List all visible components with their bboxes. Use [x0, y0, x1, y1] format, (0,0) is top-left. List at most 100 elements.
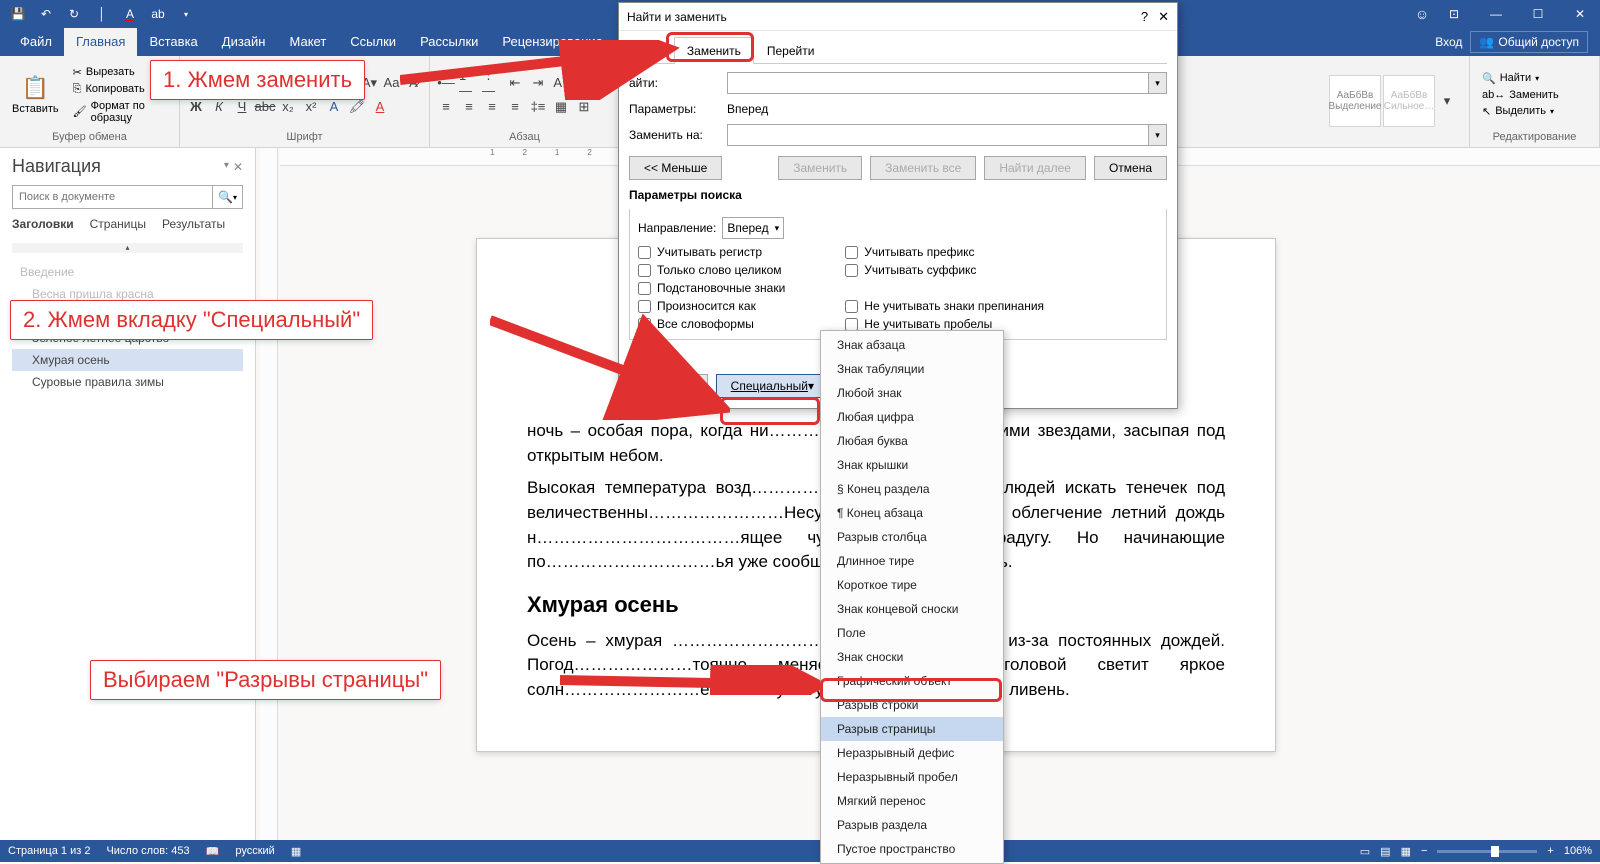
nav-item[interactable]: Хмурая осень: [12, 349, 243, 371]
align-right-icon[interactable]: ≡: [482, 97, 502, 117]
nav-search-input[interactable]: [13, 186, 212, 208]
cm-item[interactable]: Мягкий перенос: [821, 789, 1003, 813]
styles-more-icon[interactable]: ▾: [1437, 91, 1457, 111]
chk-suffix[interactable]: Учитывать суффикс: [845, 263, 1044, 277]
status-proofing-icon[interactable]: 📖: [206, 845, 220, 858]
nav-search-button[interactable]: 🔍▾: [212, 186, 242, 208]
decrease-indent-icon[interactable]: ⇤: [505, 73, 525, 93]
replace-button[interactable]: ab↔Заменить: [1476, 88, 1565, 102]
nav-dropdown-icon[interactable]: ▾: [224, 160, 229, 174]
chk-sounds-like[interactable]: Произносится как: [638, 299, 785, 313]
align-left-icon[interactable]: ≡: [436, 97, 456, 117]
chk-whole-word[interactable]: Только слово целиком: [638, 263, 785, 277]
clear-formatting-icon[interactable]: A̷: [404, 73, 423, 93]
view-read-icon[interactable]: ▭: [1360, 845, 1370, 858]
nav-tab-results[interactable]: Результаты: [162, 217, 225, 231]
cm-item[interactable]: Неразрывный пробел: [821, 765, 1003, 789]
sort-icon[interactable]: A↓: [551, 73, 571, 93]
references-tab[interactable]: Ссылки: [338, 28, 408, 56]
numbering-icon[interactable]: 1—: [459, 73, 479, 93]
cm-item[interactable]: Графический объект: [821, 669, 1003, 693]
nav-collapse-icon[interactable]: ▴: [12, 243, 243, 253]
multilevel-icon[interactable]: ⋮—: [482, 73, 502, 93]
zoom-slider[interactable]: [1437, 850, 1537, 853]
cm-item[interactable]: § Конец раздела: [821, 477, 1003, 501]
review-tab[interactable]: Рецензирование: [490, 28, 614, 56]
nav-item[interactable]: Введение: [12, 261, 243, 283]
home-tab[interactable]: Главная: [64, 28, 137, 56]
chk-wildcards[interactable]: Подстановочные знаки: [638, 281, 785, 295]
font-color-a-icon[interactable]: A: [120, 4, 140, 24]
cm-item[interactable]: Знак концевой сноски: [821, 597, 1003, 621]
cm-item[interactable]: Разрыв раздела: [821, 813, 1003, 837]
status-page[interactable]: Страница 1 из 2: [8, 845, 90, 857]
smiley-icon[interactable]: ☺: [1412, 4, 1432, 24]
redo-icon[interactable]: ↻: [64, 4, 84, 24]
align-center-icon[interactable]: ≡: [459, 97, 479, 117]
find-next-button[interactable]: Найти далее: [984, 156, 1086, 180]
zoom-in-icon[interactable]: +: [1547, 845, 1553, 857]
direction-select[interactable]: Вперед▾: [722, 217, 784, 239]
replace-one-button[interactable]: Заменить: [778, 156, 862, 180]
replace-dropdown-icon[interactable]: ▾: [1148, 125, 1166, 145]
find-dropdown-icon[interactable]: ▾: [1148, 73, 1166, 93]
maximize-icon[interactable]: ☐: [1518, 0, 1558, 28]
highlight-ab-icon[interactable]: ab: [148, 4, 168, 24]
ribbon-options-icon[interactable]: ⊡: [1434, 0, 1474, 28]
zoom-level[interactable]: 106%: [1564, 845, 1592, 857]
cm-item[interactable]: ¶ Конец абзаца: [821, 501, 1003, 525]
find-input[interactable]: [728, 73, 1148, 93]
format-button[interactable]: Формат ▾: [629, 374, 708, 398]
chk-word-forms[interactable]: Все словоформы: [638, 317, 785, 331]
dialog-tab-goto[interactable]: Перейти: [754, 37, 828, 64]
chk-prefix[interactable]: Учитывать префикс: [845, 245, 1044, 259]
special-button[interactable]: Специальный ▾: [716, 374, 829, 398]
cm-item[interactable]: Любая цифра: [821, 405, 1003, 429]
minimize-icon[interactable]: —: [1476, 0, 1516, 28]
status-lang[interactable]: русский: [235, 845, 274, 857]
layout-tab[interactable]: Макет: [277, 28, 338, 56]
increase-indent-icon[interactable]: ⇥: [528, 73, 548, 93]
share-button[interactable]: 👥 Общий доступ: [1470, 31, 1588, 53]
chk-spaces[interactable]: Не учитывать пробелы: [845, 317, 1044, 331]
less-button[interactable]: << Меньше: [629, 156, 722, 180]
dialog-help-icon[interactable]: ?: [1141, 9, 1148, 25]
cm-item[interactable]: Разрыв столбца: [821, 525, 1003, 549]
style-box-2[interactable]: АаБбВвСильное…: [1383, 75, 1435, 127]
status-words[interactable]: Число слов: 453: [106, 845, 189, 857]
change-case-icon[interactable]: Aa: [382, 73, 401, 93]
cm-item[interactable]: Поле: [821, 621, 1003, 645]
mailings-tab[interactable]: Рассылки: [408, 28, 490, 56]
show-marks-icon[interactable]: ¶: [574, 73, 594, 93]
zoom-out-icon[interactable]: −: [1421, 845, 1427, 857]
replace-all-button[interactable]: Заменить все: [870, 156, 976, 180]
cm-item[interactable]: Разрыв строки: [821, 693, 1003, 717]
qat-dropdown-icon[interactable]: ▾: [176, 4, 196, 24]
close-icon[interactable]: ✕: [1560, 0, 1600, 28]
save-icon[interactable]: 💾: [8, 4, 28, 24]
format-painter-button[interactable]: 🖌Формат по образцу: [69, 99, 173, 125]
dialog-close-icon[interactable]: ✕: [1158, 9, 1169, 25]
dialog-titlebar[interactable]: Найти и заменить ? ✕: [619, 3, 1177, 31]
login-link[interactable]: Вход: [1435, 35, 1462, 49]
replace-combo[interactable]: ▾: [727, 124, 1167, 146]
undo-icon[interactable]: ↶: [36, 4, 56, 24]
find-button[interactable]: 🔍Найти▾: [1476, 71, 1565, 86]
insert-tab[interactable]: Вставка: [137, 28, 209, 56]
cm-item[interactable]: Пустое пространство: [821, 837, 1003, 861]
cm-item[interactable]: Неразрывный дефис: [821, 741, 1003, 765]
justify-icon[interactable]: ≡: [505, 97, 525, 117]
find-combo[interactable]: ▾: [727, 72, 1167, 94]
design-tab[interactable]: Дизайн: [210, 28, 278, 56]
cm-item-page-break[interactable]: Разрыв страницы: [821, 717, 1003, 741]
status-macro-icon[interactable]: ▦: [291, 845, 301, 858]
bullets-icon[interactable]: •—: [436, 73, 456, 93]
cm-item[interactable]: Знак сноски: [821, 645, 1003, 669]
cm-item[interactable]: Знак абзаца: [821, 333, 1003, 357]
font-color-icon[interactable]: A: [370, 97, 390, 117]
nav-tab-headings[interactable]: Заголовки: [12, 217, 74, 231]
cancel-button[interactable]: Отмена: [1094, 156, 1167, 180]
view-print-icon[interactable]: ▤: [1380, 845, 1390, 858]
cm-item[interactable]: Знак табуляции: [821, 357, 1003, 381]
paste-button[interactable]: 📋 Вставить: [6, 58, 65, 131]
